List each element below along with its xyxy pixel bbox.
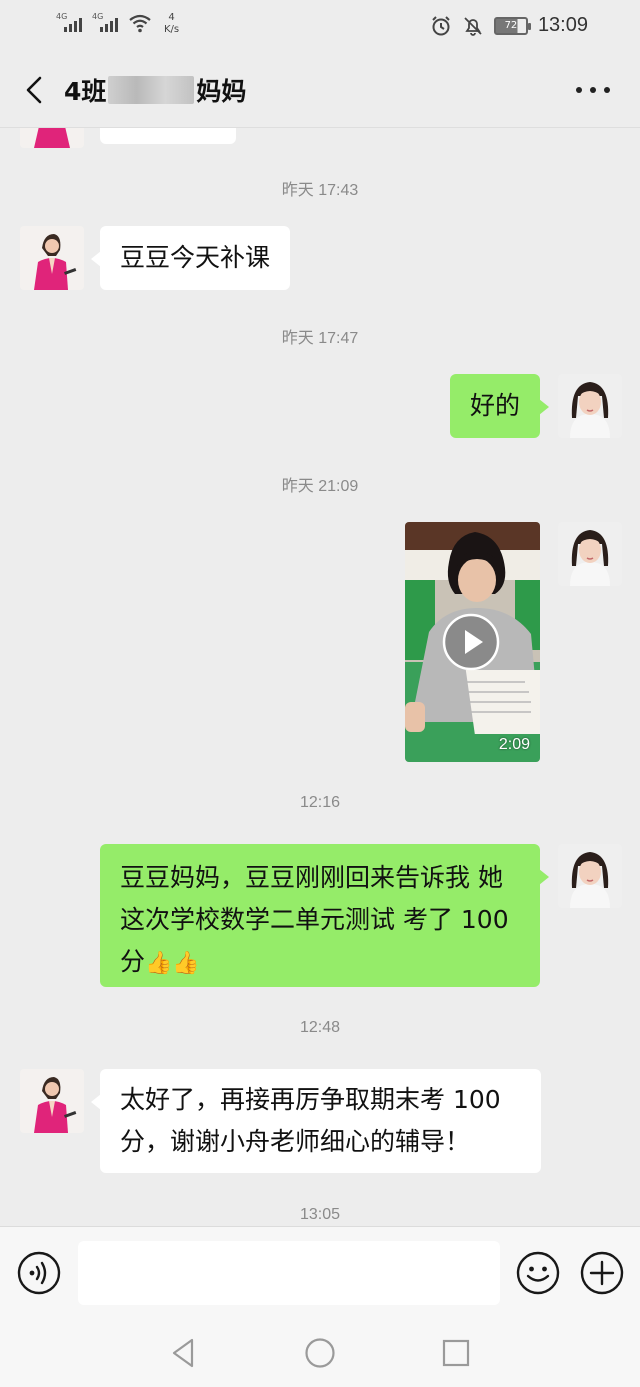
video-message[interactable]: 2:09 bbox=[405, 522, 540, 762]
chevron-left-icon bbox=[26, 76, 42, 104]
network-speed: 4 K/s bbox=[164, 12, 179, 36]
video-duration: 2:09 bbox=[498, 736, 530, 753]
system-navigation-bar bbox=[0, 1320, 640, 1387]
recents-square-icon bbox=[442, 1339, 470, 1367]
message-text: 好的 bbox=[469, 391, 520, 420]
back-triangle-icon bbox=[172, 1338, 194, 1368]
message-bubble-outgoing[interactable]: 豆豆妈妈，豆豆刚刚回来告诉我 她 这次学校数学二单元测试 考了 100 分👍👍 bbox=[100, 844, 549, 987]
system-home-button[interactable] bbox=[300, 1335, 340, 1371]
message-text-line: 太好了，再接再厉争取期末考 100 bbox=[120, 1085, 501, 1114]
home-circle-icon bbox=[305, 1338, 335, 1368]
my-avatar[interactable] bbox=[558, 844, 622, 908]
my-avatar[interactable] bbox=[558, 374, 622, 438]
contact-avatar[interactable] bbox=[20, 226, 84, 290]
message-text-line: 分，谢谢小舟老师细心的辅导！ bbox=[120, 1127, 471, 1156]
my-avatar[interactable] bbox=[558, 522, 622, 586]
plus-icon bbox=[580, 1251, 624, 1295]
alarm-icon bbox=[432, 15, 450, 35]
back-button[interactable] bbox=[14, 68, 54, 112]
more-icon bbox=[576, 87, 582, 93]
system-back-button[interactable] bbox=[164, 1335, 204, 1371]
message-bubble-incoming[interactable] bbox=[100, 128, 236, 144]
network-speed-unit: K/s bbox=[164, 24, 180, 35]
message-input[interactable] bbox=[78, 1241, 500, 1305]
chat-title: 4班 妈妈 bbox=[64, 72, 246, 108]
status-right: 72 13:09 bbox=[430, 14, 588, 37]
chat-header: 4班 妈妈 bbox=[0, 52, 640, 128]
message-timestamp: 12:16 bbox=[299, 794, 341, 811]
message-timestamp: 12:48 bbox=[299, 1019, 341, 1036]
battery-icon: 72 bbox=[493, 16, 531, 35]
message-text-line: 分 bbox=[120, 947, 146, 976]
signal-icon: 4G bbox=[56, 12, 84, 34]
contact-avatar[interactable] bbox=[20, 128, 84, 148]
message-timestamp: 昨天 17:43 bbox=[281, 182, 359, 199]
chat-title-prefix: 4班 bbox=[64, 77, 107, 106]
thumbs-up-icon: 👍👍 bbox=[145, 951, 200, 976]
network-speed-value: 4 bbox=[168, 12, 175, 23]
play-icon[interactable] bbox=[441, 612, 501, 672]
emoji-icon bbox=[516, 1251, 560, 1295]
status-time: 13:09 bbox=[537, 14, 588, 36]
message-timestamp: 昨天 21:09 bbox=[281, 478, 359, 495]
message-text-line: 这次学校数学二单元测试 考了 100 bbox=[120, 905, 509, 934]
redacted-name bbox=[108, 76, 195, 104]
voice-icon bbox=[17, 1251, 61, 1295]
emoji-button[interactable] bbox=[516, 1251, 560, 1295]
mute-icon bbox=[464, 16, 482, 36]
more-button[interactable] bbox=[576, 78, 610, 102]
message-text: 豆豆今天补课 bbox=[120, 243, 271, 272]
message-list[interactable]: 昨天 17:43 豆豆今天补课 昨天 17:47 好的 昨天 21:09 2:0… bbox=[0, 128, 640, 1226]
input-bar bbox=[0, 1226, 640, 1320]
signal-icon: 4G bbox=[92, 12, 120, 34]
voice-button[interactable] bbox=[17, 1251, 61, 1295]
message-timestamp: 13:05 bbox=[299, 1206, 341, 1223]
system-recents-button[interactable] bbox=[436, 1335, 476, 1371]
chat-title-suffix: 妈妈 bbox=[196, 77, 247, 106]
message-bubble-incoming[interactable]: 豆豆今天补课 bbox=[90, 226, 291, 290]
message-timestamp: 昨天 17:47 bbox=[281, 330, 359, 347]
status-bar: 4G 4G 4 K/s 72 13:09 bbox=[0, 0, 640, 52]
message-bubble-incoming[interactable]: 太好了，再接再厉争取期末考 100 分，谢谢小舟老师细心的辅导！ bbox=[91, 1069, 541, 1173]
message-bubble-outgoing[interactable]: 好的 bbox=[449, 374, 550, 438]
contact-avatar[interactable] bbox=[20, 1069, 84, 1133]
wifi-icon bbox=[129, 14, 151, 33]
status-left: 4G 4G 4 K/s bbox=[56, 12, 179, 36]
more-functions-button[interactable] bbox=[580, 1251, 624, 1295]
message-text-line: 豆豆妈妈，豆豆刚刚回来告诉我 她 bbox=[120, 863, 503, 892]
battery-level: 72 bbox=[504, 20, 518, 31]
